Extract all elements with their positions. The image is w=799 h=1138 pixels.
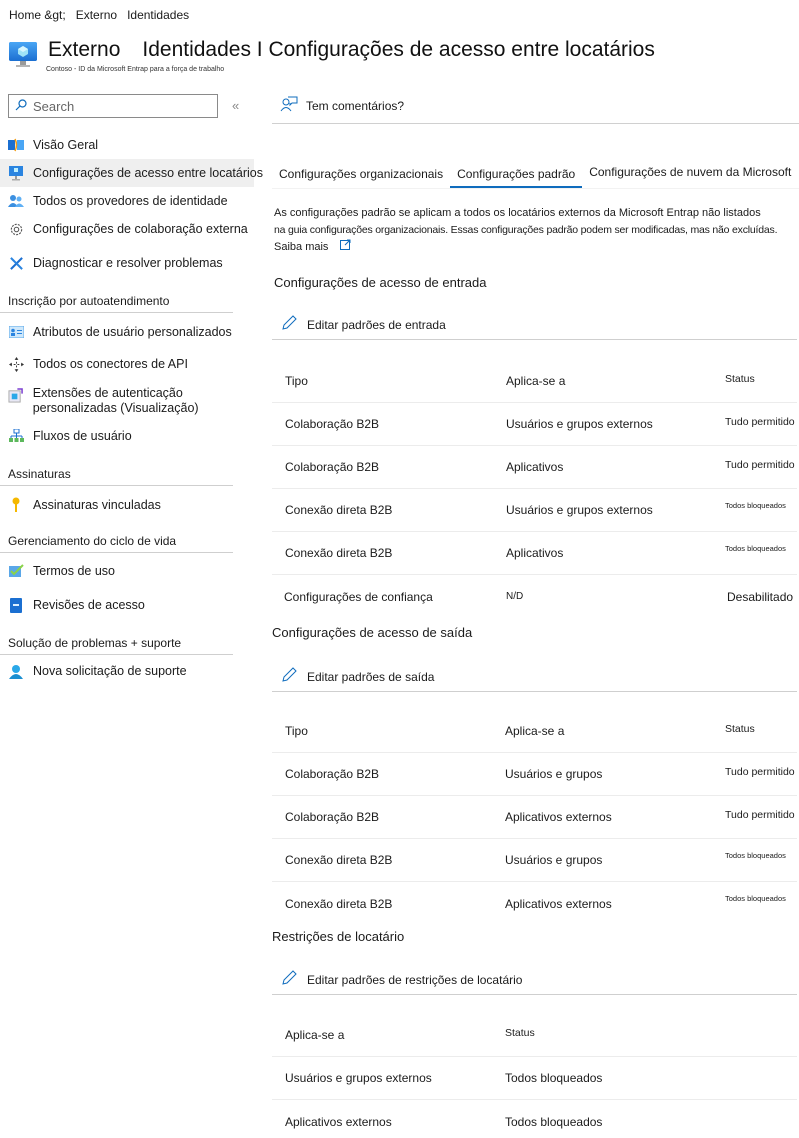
access-reviews-icon (8, 597, 24, 613)
tenant-restrictions-table: Aplica-se a Status Usuários e grupos ext… (272, 1014, 797, 1138)
pencil-icon (281, 667, 297, 686)
status-badge: Tudo permitido (725, 459, 795, 471)
tenant-restrictions-title: Restrições de locatário (272, 929, 405, 944)
page-subtitle: Contoso - ID da Microsoft Entrap para a … (46, 66, 225, 73)
inbound-section-title: Configurações de acesso de entrada (274, 275, 487, 290)
table-row: Conexão direta B2B Aplicativos Todos blo… (272, 532, 797, 575)
collapse-sidebar-icon[interactable]: « (232, 98, 239, 113)
support-person-icon (8, 663, 24, 679)
table-row: Conexão direta B2B Usuários e grupos ext… (272, 489, 797, 532)
sidebar-item-terms-of-use[interactable]: Termos de uso (0, 557, 254, 585)
status-badge: Todos bloqueados (725, 894, 786, 903)
status-badge: Todos bloqueados (725, 850, 786, 860)
api-connectors-icon (8, 356, 24, 372)
table-row: Colaboração B2B Usuários e grupos Tudo p… (272, 753, 797, 796)
page-header: Externo Identidades I Configurações de a… (8, 38, 655, 69)
cross-tenant-icon (8, 165, 24, 181)
status-badge: Tudo permitido (725, 416, 795, 428)
sidebar-item-overview[interactable]: Visão Geral (0, 131, 254, 159)
breadcrumb-externo[interactable]: Externo (76, 8, 117, 22)
search-box[interactable] (8, 94, 218, 118)
sidebar-item-api-connectors[interactable]: Todos os conectores de API (0, 350, 254, 378)
page-title: Externo Identidades I Configurações de a… (48, 38, 655, 61)
status-badge: Todos bloqueados (725, 500, 786, 510)
learn-more-link[interactable]: Saiba mais (274, 239, 328, 256)
monitor-cube-icon (8, 41, 38, 69)
table-row: Aplicativos externos Todos bloqueados (272, 1100, 797, 1138)
pencil-icon (281, 970, 297, 989)
section-self-service: Inscrição por autoatendimento (0, 291, 233, 313)
sidebar-item-user-flows[interactable]: Fluxos de usuário (0, 422, 254, 450)
section-lifecycle: Gerenciamento do ciclo de vida (0, 531, 233, 553)
sidebar: Visão Geral Configurações de acesso entr… (0, 130, 263, 685)
external-link-icon[interactable] (340, 239, 351, 256)
breadcrumb-home[interactable]: Home &gt; (9, 8, 66, 22)
table-row: Colaboração B2B Aplicativos externos Tud… (272, 796, 797, 839)
sidebar-item-diagnose[interactable]: Diagnosticar e resolver problemas (0, 249, 254, 277)
table-row: Colaboração B2B Usuários e grupos extern… (272, 403, 797, 446)
sidebar-item-user-attributes[interactable]: Atributos de usuário personalizados (0, 318, 254, 346)
status-badge: Todos bloqueados (505, 1071, 603, 1085)
edit-outbound-defaults-button[interactable]: Editar padrões de saída (272, 662, 797, 692)
section-subscriptions: Assinaturas (0, 464, 233, 486)
table-row: Configurações de confiança N/D Desabilit… (272, 575, 797, 618)
outbound-section-title: Configurações de acesso de saída (272, 625, 473, 640)
status-badge: Tudo permitido (725, 809, 795, 821)
sidebar-item-new-support-request[interactable]: Nova solicitação de suporte (0, 657, 254, 685)
outbound-table: Tipo Aplica-se a Status Colaboração B2B … (272, 710, 797, 925)
tab-microsoft-cloud-settings[interactable]: Configurações de nuvem da Microsoft (582, 162, 798, 186)
section-support: Solução de problemas + suporte (0, 633, 233, 655)
description: As configurações padrão se aplicam a tod… (274, 205, 799, 256)
overview-icon (8, 137, 24, 153)
search-input[interactable] (33, 98, 203, 114)
inbound-table: Tipo Aplica-se a Status Colaboração B2B … (272, 360, 797, 618)
edit-tenant-restrictions-button[interactable]: Editar padrões de restrições de locatári… (272, 965, 797, 995)
table-row: Usuários e grupos externos Todos bloquea… (272, 1057, 797, 1100)
tab-organizational-settings[interactable]: Configurações organizacionais (272, 164, 450, 188)
sidebar-item-access-reviews[interactable]: Revisões de acesso (0, 591, 254, 619)
feedback-button[interactable]: Tem comentários? (272, 88, 799, 124)
key-icon (8, 497, 24, 513)
table-row: Conexão direta B2B Usuários e grupos Tod… (272, 839, 797, 882)
breadcrumb-identidades[interactable]: Identidades (127, 8, 189, 22)
table-row: Colaboração B2B Aplicativos Tudo permiti… (272, 446, 797, 489)
tab-bar: Configurações organizacionais Configuraç… (272, 164, 799, 189)
status-badge: Tudo permitido (725, 766, 795, 778)
table-row: Conexão direta B2B Aplicativos externos … (272, 882, 797, 925)
table-header-row: Tipo Aplica-se a Status (272, 710, 797, 753)
sidebar-item-external-collaboration[interactable]: Configurações de colaboração externa (0, 215, 254, 243)
status-badge: Todos bloqueados (725, 543, 786, 553)
main-content: Tem comentários? Configurações organizac… (272, 88, 799, 1129)
search-icon (15, 98, 27, 114)
terms-checkmark-icon (8, 563, 24, 579)
sidebar-item-linked-subscriptions[interactable]: Assinaturas vinculadas (0, 491, 254, 519)
user-flows-icon (8, 428, 24, 444)
user-attributes-icon (8, 324, 24, 340)
feedback-icon (280, 96, 298, 115)
breadcrumb: Home &gt; Externo Identidades (9, 8, 189, 22)
sidebar-item-auth-extensions[interactable]: Extensões de autenticação personalizadas… (0, 382, 254, 420)
status-badge: Todos bloqueados (505, 1114, 603, 1129)
table-header-row: Aplica-se a Status (272, 1014, 797, 1057)
wrench-icon (8, 255, 24, 271)
status-badge: Desabilitado (727, 589, 794, 604)
pencil-icon (281, 315, 297, 334)
table-header-row: Tipo Aplica-se a Status (272, 360, 797, 403)
auth-extensions-icon (8, 387, 24, 403)
identity-providers-icon (8, 193, 24, 209)
gear-icon (8, 221, 24, 237)
edit-inbound-defaults-button[interactable]: Editar padrões de entrada (272, 310, 797, 340)
tab-default-settings[interactable]: Configurações padrão (450, 164, 583, 188)
sidebar-item-identity-providers[interactable]: Todos os provedores de identidade (0, 187, 254, 215)
sidebar-item-cross-tenant-access[interactable]: Configurações de acesso entre locatários (0, 159, 263, 187)
